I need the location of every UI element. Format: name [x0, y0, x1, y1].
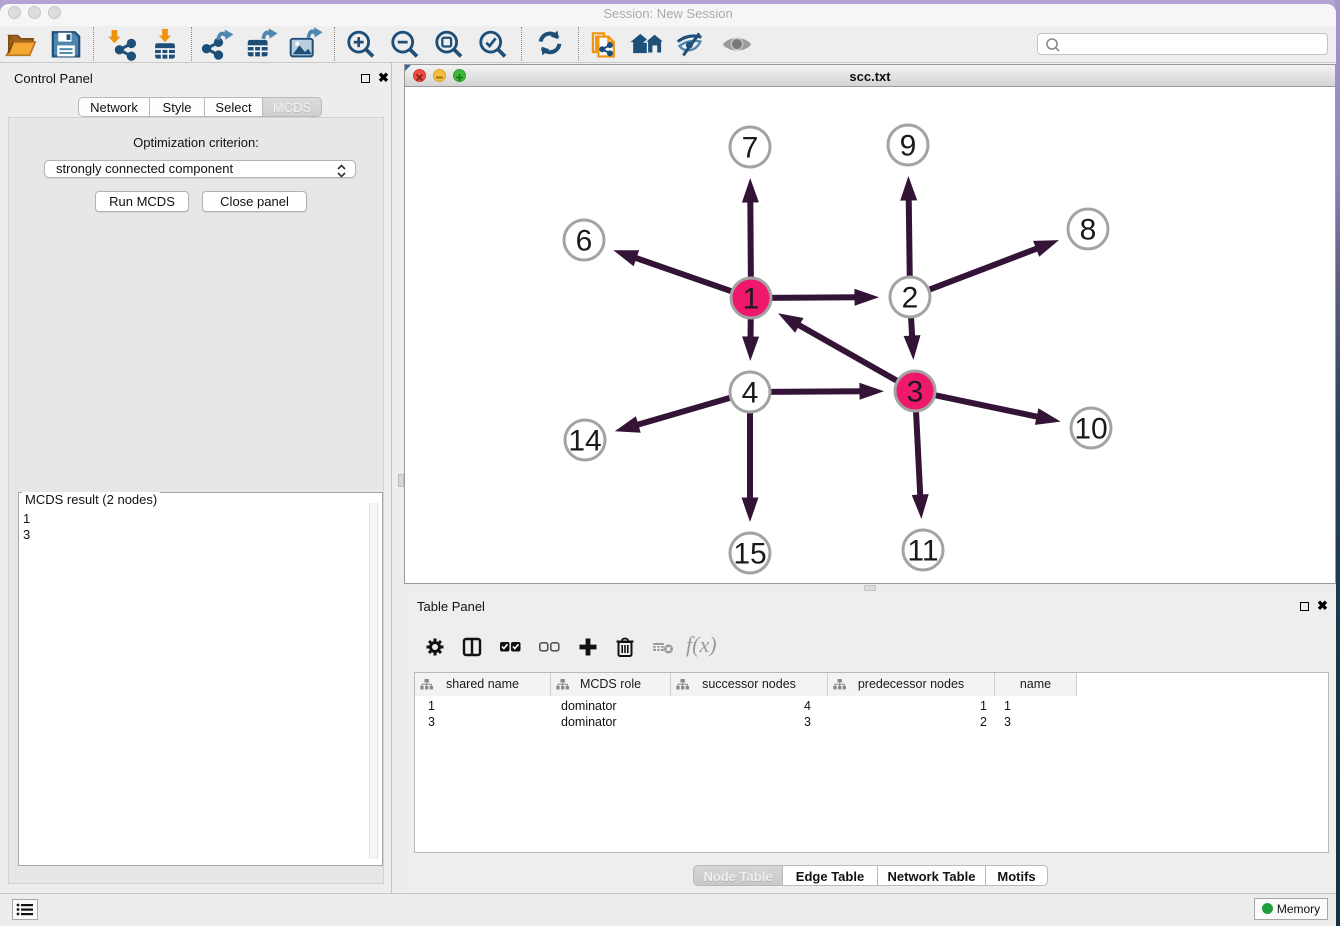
- svg-text:9: 9: [900, 130, 917, 163]
- svg-text:8: 8: [1080, 214, 1097, 247]
- svg-text:7: 7: [742, 132, 759, 165]
- svg-text:3: 3: [907, 376, 924, 409]
- svg-text:11: 11: [907, 535, 938, 568]
- svg-text:14: 14: [568, 425, 601, 458]
- svg-text:1: 1: [743, 283, 760, 316]
- svg-text:4: 4: [742, 377, 759, 410]
- svg-text:2: 2: [902, 282, 919, 315]
- svg-text:10: 10: [1074, 413, 1107, 446]
- svg-text:6: 6: [576, 225, 593, 258]
- svg-text:15: 15: [733, 538, 766, 571]
